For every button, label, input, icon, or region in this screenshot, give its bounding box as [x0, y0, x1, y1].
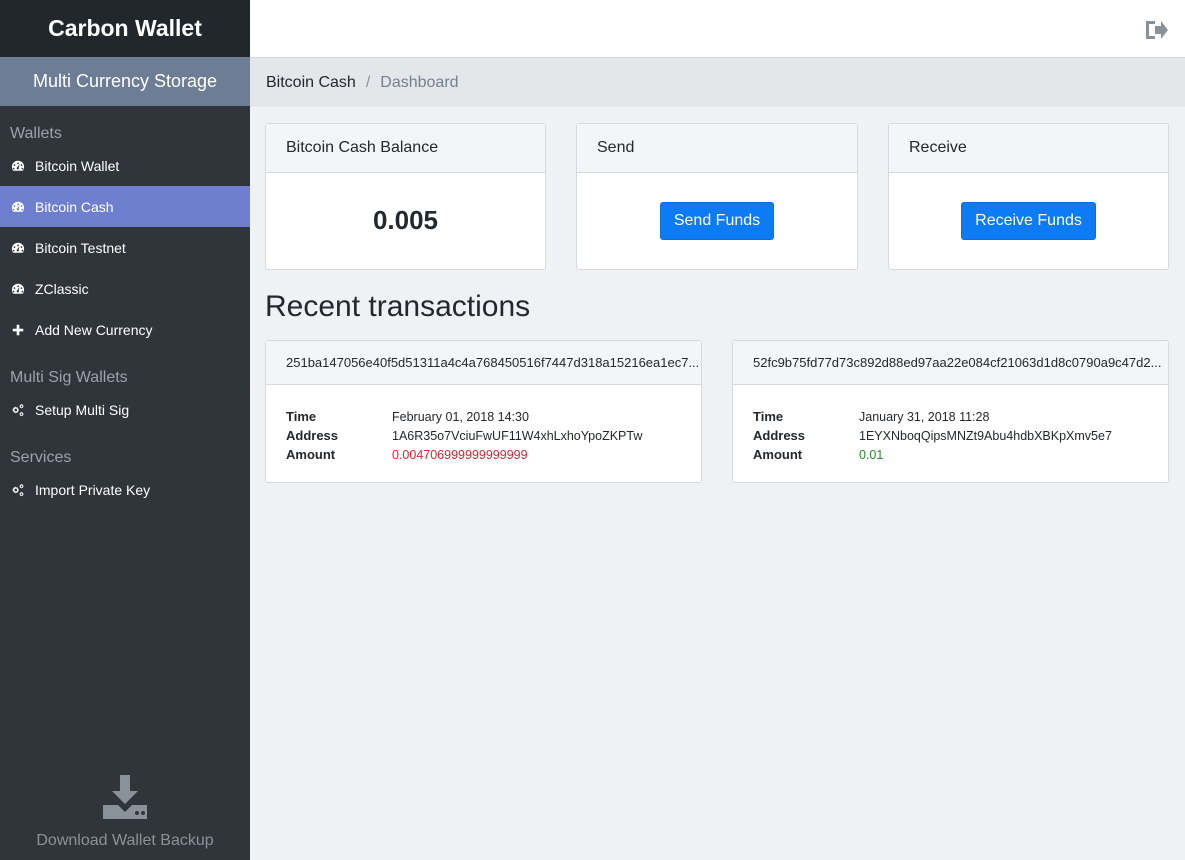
nav-section-title-multi-sig: Multi Sig Wallets — [10, 369, 128, 386]
sidebar-item-add-new-currency[interactable]: Add New Currency — [0, 309, 250, 350]
sidebar-item-label: Bitcoin Testnet — [35, 239, 126, 256]
gears-icon — [10, 402, 25, 417]
breadcrumb-separator: / — [365, 73, 371, 91]
address-label: Address — [286, 428, 339, 443]
sidebar-item-setup-multi-sig[interactable]: Setup Multi Sig — [0, 389, 250, 430]
sidebar: Carbon Wallet Multi Currency Storage Wal… — [0, 0, 250, 860]
balance-value: 0.005 — [372, 205, 439, 235]
receive-card: Receive Receive Funds — [888, 123, 1169, 270]
sidebar-item-label: Setup Multi Sig — [35, 401, 130, 418]
transaction-card: 251ba147056e40f5d51311a4c4a768450516f744… — [265, 340, 702, 483]
plus-icon — [10, 322, 25, 337]
sidebar-item-zclassic[interactable]: ZClassic — [0, 268, 250, 309]
time-label: Time — [286, 409, 317, 424]
backup-label: Download Wallet Backup — [36, 832, 214, 849]
dashboard-icon — [10, 199, 25, 214]
sidebar-item-label: ZClassic — [35, 280, 89, 297]
time-label: Time — [753, 409, 784, 424]
address-value: 1EYXNboqQipsMNZt9Abu4hdbXBKpXmv5e7 — [859, 428, 1112, 443]
sidebar-item-import-private-key[interactable]: Import Private Key — [0, 469, 250, 510]
time-value: January 31, 2018 11:28 — [859, 409, 990, 424]
send-funds-button[interactable]: Send Funds — [659, 201, 775, 240]
breadcrumb-current: Dashboard — [380, 73, 459, 91]
transaction-hash[interactable]: 251ba147056e40f5d51311a4c4a768450516f744… — [266, 341, 701, 385]
breadcrumb-parent[interactable]: Bitcoin Cash — [266, 74, 356, 92]
amount-value: 0.01 — [859, 447, 884, 462]
amount-value: 0.004706999999999999 — [392, 447, 528, 462]
download-icon — [0, 775, 250, 824]
sidebar-item-label: Bitcoin Wallet — [35, 157, 120, 174]
brand-title[interactable]: Carbon Wallet — [0, 0, 250, 57]
balance-card-title: Bitcoin Cash Balance — [266, 124, 545, 173]
transaction-card: 52fc9b75fd77d73c892d88ed97aa22e084cf2106… — [732, 340, 1169, 483]
address-value: 1A6R35o7VciuFwUF11W4xhLxhoYpoZKPTw — [392, 428, 643, 443]
breadcrumb: Bitcoin Cash / Dashboard — [250, 58, 1185, 107]
sidebar-item-bitcoin-wallet[interactable]: Bitcoin Wallet — [0, 145, 250, 186]
transaction-hash[interactable]: 52fc9b75fd77d73c892d88ed97aa22e084cf2106… — [733, 341, 1168, 385]
download-wallet-backup-button[interactable]: Download Wallet Backup — [0, 775, 250, 850]
sidebar-item-bitcoin-testnet[interactable]: Bitcoin Testnet — [0, 227, 250, 268]
receive-funds-button[interactable]: Receive Funds — [961, 201, 1096, 240]
nav-section-title-services: Services — [10, 449, 72, 466]
send-card-title: Send — [577, 124, 857, 173]
sidebar-item-bitcoin-cash[interactable]: Bitcoin Cash — [0, 186, 250, 227]
address-label: Address — [753, 428, 806, 443]
time-value: February 01, 2018 14:30 — [392, 409, 529, 424]
amount-label: Amount — [753, 447, 803, 462]
receive-card-title: Receive — [889, 124, 1168, 173]
dashboard-icon — [10, 281, 25, 296]
recent-transactions-title: Recent transactions — [265, 290, 531, 323]
amount-label: Amount — [286, 447, 336, 462]
sign-out-icon[interactable] — [1144, 20, 1168, 40]
send-card: Send Send Funds — [576, 123, 858, 270]
sidebar-item-label: Add New Currency — [35, 321, 153, 338]
brand-subtitle: Multi Currency Storage — [0, 57, 250, 106]
dashboard-icon — [10, 158, 25, 173]
sidebar-item-label: Import Private Key — [35, 481, 151, 498]
balance-card: Bitcoin Cash Balance 0.005 — [265, 123, 546, 270]
dashboard-icon — [10, 240, 25, 255]
top-header — [250, 0, 1185, 58]
sidebar-item-label: Bitcoin Cash — [35, 198, 114, 215]
nav-section-title-wallets: Wallets — [10, 125, 62, 142]
gears-icon — [10, 482, 25, 497]
